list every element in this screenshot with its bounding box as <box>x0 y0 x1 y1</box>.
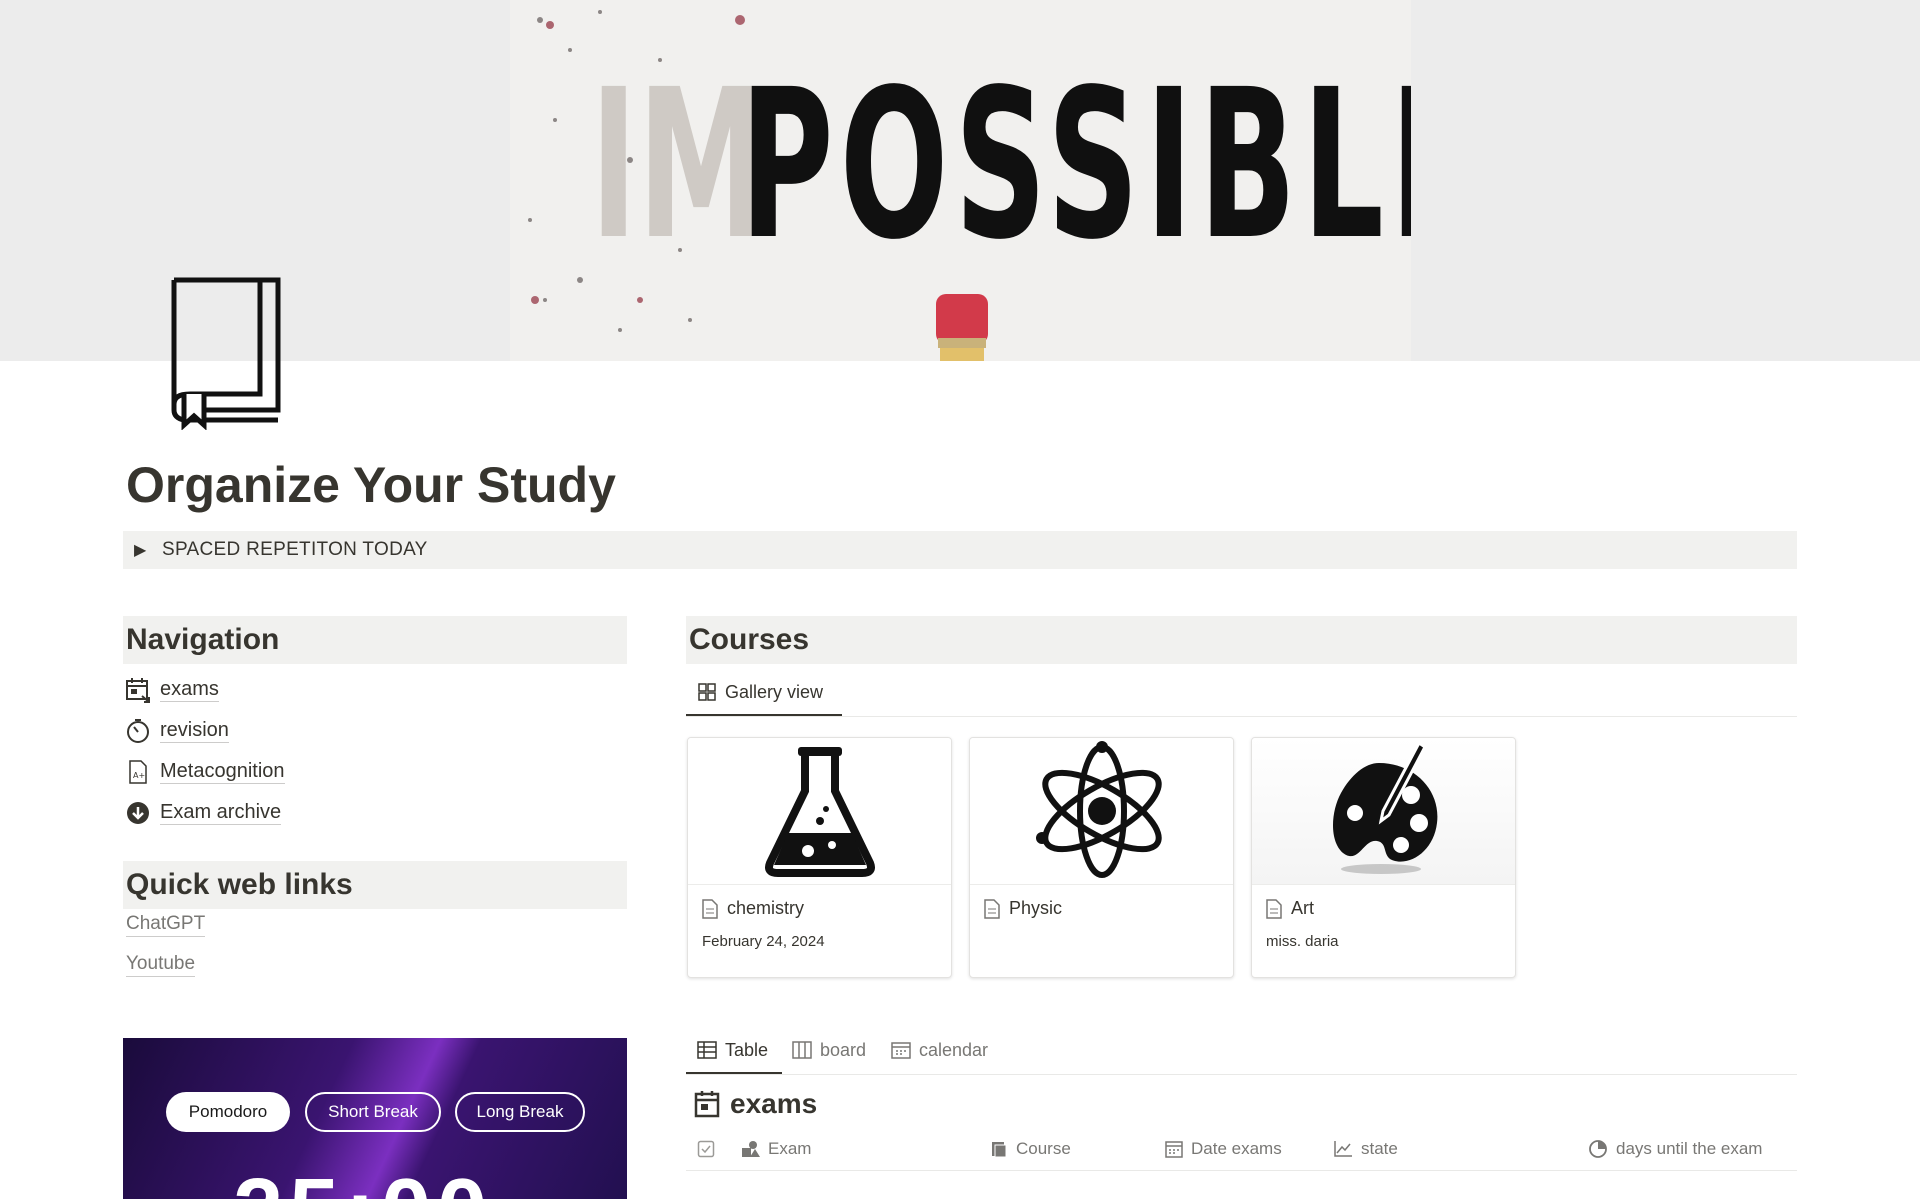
spaced-repetition-toggle[interactable]: ▶ SPACED REPETITON TODAY <box>123 531 1797 569</box>
formula-icon <box>1589 1140 1607 1158</box>
column-course[interactable]: Course <box>990 1136 1071 1162</box>
page-title: Organize Your Study <box>126 457 616 513</box>
column-date-exams[interactable]: Date exams <box>1165 1136 1282 1162</box>
card-title-text: Physic <box>1009 898 1063 918</box>
short-break-button[interactable]: Short Break <box>305 1092 441 1132</box>
nav-item-exams[interactable]: exams <box>124 669 285 710</box>
stopwatch-icon <box>124 717 152 745</box>
card-cover <box>970 738 1233 885</box>
quick-links-heading: Quick web links <box>123 861 627 909</box>
relation-icon <box>992 1142 1007 1158</box>
link-chatgpt[interactable]: ChatGPT <box>126 912 206 937</box>
tab-calendar[interactable]: calendar <box>891 1035 988 1065</box>
link-youtube[interactable]: Youtube <box>126 952 196 977</box>
book-icon <box>171 277 281 430</box>
tab-label: calendar <box>919 1039 989 1060</box>
page-icon <box>984 898 1000 919</box>
card-title-text: chemistry <box>727 898 805 918</box>
tab-label: Table <box>725 1039 769 1060</box>
exams-database-title[interactable]: exams <box>694 1088 817 1120</box>
board-icon <box>792 1041 812 1059</box>
courses-heading: Courses <box>686 616 1797 664</box>
pomodoro-widget: Pomodoro Short Break Long Break 25:00 <box>123 1038 627 1199</box>
cover-image: IM POSSIBLE <box>510 0 1411 361</box>
nav-item-label: exams <box>160 678 219 702</box>
cover-ghost-letters: IM <box>590 45 765 285</box>
card-teacher: miss. daria <box>1266 933 1339 950</box>
nav-item-exam-archive[interactable]: Exam archive <box>124 792 285 833</box>
column-label: state <box>1361 1139 1398 1158</box>
svg-text:A+: A+ <box>133 771 145 780</box>
card-title-text: Art <box>1291 898 1315 918</box>
cover-word: POSSIBLE <box>740 45 1411 285</box>
navigation-heading: Navigation <box>123 616 627 664</box>
page-icon <box>702 898 718 919</box>
course-card-art[interactable]: Art miss. daria <box>1251 737 1516 978</box>
checkbox-icon <box>697 1140 715 1158</box>
chart-line-icon <box>1334 1141 1352 1157</box>
tab-label: Gallery view <box>725 681 824 702</box>
tabs-divider <box>686 1074 1797 1075</box>
column-state[interactable]: state <box>1333 1136 1398 1162</box>
long-break-button[interactable]: Long Break <box>455 1092 585 1132</box>
calendar-icon <box>694 1091 720 1118</box>
course-card-physic[interactable]: Physic <box>969 737 1234 978</box>
tab-board[interactable]: board <box>792 1035 866 1065</box>
nav-item-label: Exam archive <box>160 801 282 825</box>
page-icon <box>1266 898 1282 919</box>
nav-item-metacognition[interactable]: A+ Metacognition <box>124 751 285 792</box>
pomodoro-button[interactable]: Pomodoro <box>166 1092 290 1132</box>
navigation-list: exams revision A+ Metacognition Exam arc… <box>124 669 285 833</box>
palette-icon <box>1332 741 1437 874</box>
tab-label: board <box>820 1039 867 1060</box>
header-divider <box>686 1170 1797 1171</box>
toggle-triangle-icon[interactable]: ▶ <box>134 540 154 560</box>
card-date: February 24, 2024 <box>702 933 825 950</box>
shapes-icon <box>742 1141 760 1157</box>
nav-item-label: Metacognition <box>160 760 285 784</box>
card-title: Art <box>1265 898 1515 919</box>
card-cover <box>1252 738 1515 885</box>
column-label: Course <box>1016 1139 1071 1158</box>
course-card-chemistry[interactable]: chemistry February 24, 2024 <box>687 737 952 978</box>
download-circle-icon <box>124 799 152 827</box>
pomodoro-timer: 25:00 <box>233 1166 493 1199</box>
table-icon <box>697 1041 717 1059</box>
select-all-checkbox[interactable] <box>697 1136 723 1162</box>
calendar-icon <box>124 676 152 704</box>
database-title-text: exams <box>730 1088 818 1119</box>
column-exam[interactable]: Exam <box>740 1136 811 1162</box>
calendar-icon <box>891 1042 911 1059</box>
tab-gallery-view[interactable]: Gallery view <box>697 677 823 707</box>
card-title: chemistry <box>701 898 951 919</box>
pencil-eraser-icon <box>936 294 988 361</box>
tabs-divider <box>686 716 1797 717</box>
grade-document-icon: A+ <box>124 758 152 786</box>
nav-item-revision[interactable]: revision <box>124 710 285 751</box>
column-label: days until the exam <box>1616 1139 1763 1158</box>
atom-icon <box>1035 741 1162 878</box>
column-label: Date exams <box>1191 1139 1282 1158</box>
flask-icon <box>764 747 875 877</box>
column-days-until-exam[interactable]: days until the exam <box>1588 1136 1762 1162</box>
calendar-icon <box>1165 1141 1183 1158</box>
card-title: Physic <box>983 898 1233 919</box>
card-cover <box>688 738 951 885</box>
nav-item-label: revision <box>160 719 229 743</box>
quick-links-list: ChatGPT Youtube <box>126 912 206 992</box>
tab-table[interactable]: Table <box>697 1035 768 1065</box>
toggle-label: SPACED REPETITON TODAY <box>162 539 428 560</box>
gallery-icon <box>698 683 716 701</box>
column-label: Exam <box>768 1139 812 1158</box>
